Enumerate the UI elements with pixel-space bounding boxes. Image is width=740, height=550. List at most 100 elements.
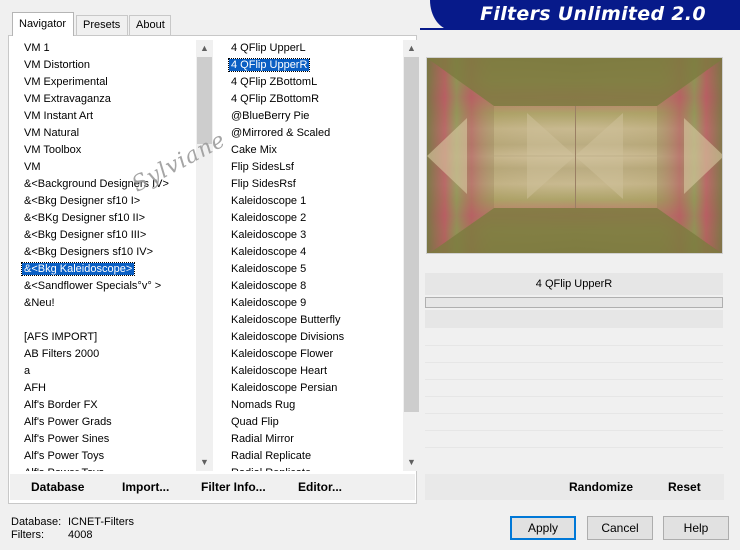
apply-button[interactable]: Apply [510, 516, 576, 540]
list-item[interactable]: @Mirrored & Scaled [227, 125, 403, 142]
list-item-label: a [24, 365, 31, 377]
tab-presets-label: Presets [83, 19, 121, 31]
list-item[interactable]: 4 QFlip ZBottomL [227, 74, 403, 91]
list-item-label: VM Distortion [24, 59, 91, 71]
scroll-down-icon[interactable]: ▼ [403, 454, 420, 471]
list-item[interactable]: [AFS IMPORT] [19, 329, 196, 346]
scroll-thumb[interactable] [404, 57, 419, 412]
tab-navigator[interactable]: Navigator [12, 12, 74, 36]
list-item[interactable]: VM Experimental [19, 74, 196, 91]
help-button[interactable]: Help [663, 516, 729, 540]
list-item[interactable]: 4 QFlip UpperL [227, 40, 403, 57]
list-item-label: AFH [24, 382, 46, 394]
list-item[interactable]: VM Instant Art [19, 108, 196, 125]
filter-info-button[interactable]: Filter Info... [201, 480, 266, 494]
database-button[interactable]: Database [31, 480, 84, 494]
list-item-label: Kaleidoscope 8 [231, 280, 307, 292]
list-item-label: VM [24, 161, 41, 173]
list-item-label: Kaleidoscope 3 [231, 229, 307, 241]
scroll-down-icon[interactable]: ▼ [196, 454, 213, 471]
editor-button[interactable]: Editor... [298, 480, 342, 494]
list-item-label: Kaleidoscope 5 [231, 263, 307, 275]
randomize-button[interactable]: Randomize [569, 480, 633, 494]
list-item[interactable]: Kaleidoscope Flower [227, 346, 403, 363]
list-item-label: VM Extravaganza [24, 93, 111, 105]
list-item-label: Kaleidoscope 9 [231, 297, 307, 309]
list-item[interactable]: Kaleidoscope 4 [227, 244, 403, 261]
list-item[interactable]: Alf's Power Toys [19, 465, 196, 471]
list-item-label: VM Toolbox [24, 144, 82, 156]
list-item[interactable]: 4 QFlip UpperR [227, 57, 403, 74]
list-item[interactable]: Alf's Border FX [19, 397, 196, 414]
list-item[interactable]: &Neu! [19, 295, 196, 312]
list-item[interactable]: AB Filters 2000 [19, 346, 196, 363]
import-button[interactable]: Import... [122, 480, 169, 494]
list-item[interactable]: @BlueBerry Pie [227, 108, 403, 125]
list-item[interactable]: Cake Mix [227, 142, 403, 159]
list-item[interactable]: Kaleidoscope Heart [227, 363, 403, 380]
filter-scrollbar[interactable]: ▲ ▼ [403, 40, 420, 471]
list-item[interactable]: Alf's Power Sines [19, 431, 196, 448]
list-item[interactable]: Kaleidoscope 2 [227, 210, 403, 227]
list-item-label: VM Natural [24, 127, 80, 139]
list-item[interactable]: &<Bkg Kaleidoscope> [19, 261, 196, 278]
selected-filter-name: 4 QFlip UpperR [425, 273, 723, 295]
list-item[interactable]: VM Extravaganza [19, 91, 196, 108]
list-item[interactable]: Radial Replicate [227, 448, 403, 465]
list-item[interactable]: Alf's Power Toys [19, 448, 196, 465]
list-item[interactable]: Nomads Rug [227, 397, 403, 414]
list-item[interactable]: Radial Replicate [227, 465, 403, 471]
control-slot [425, 430, 723, 431]
list-item[interactable]: Kaleidoscope 1 [227, 193, 403, 210]
list-item[interactable]: a [19, 363, 196, 380]
filter-list[interactable]: 4 QFlip UpperL 4 QFlip UpperR 4 QFlip ZBot… [227, 40, 403, 471]
list-item[interactable]: Radial Mirror [227, 431, 403, 448]
reset-button[interactable]: Reset [668, 480, 701, 494]
list-item[interactable]: &<Bkg Designer sf10 I> [19, 193, 196, 210]
database-status-value: ICNET-Filters [68, 516, 134, 528]
list-item[interactable]: Kaleidoscope Divisions [227, 329, 403, 346]
list-item[interactable]: VM Natural [19, 125, 196, 142]
list-item[interactable]: &<Bkg Designers sf10 IV> [19, 244, 196, 261]
list-item-label: Alf's Power Sines [24, 433, 110, 445]
list-item-label: &<Bkg Designer sf10 I> [24, 195, 141, 207]
list-item-label: @Mirrored & Scaled [231, 127, 331, 139]
category-scrollbar[interactable]: ▲ ▼ [196, 40, 213, 471]
list-item[interactable]: &<BKg Designer sf10 II> [19, 210, 196, 227]
category-list[interactable]: VM 1 VM Distortion VM Experimental VM Extra… [19, 40, 196, 471]
scroll-up-icon[interactable]: ▲ [196, 40, 213, 57]
list-item[interactable]: VM 1 [19, 40, 196, 57]
list-item-label: VM Experimental [24, 76, 108, 88]
list-item-label: VM 1 [24, 42, 50, 54]
list-item[interactable]: Kaleidoscope 3 [227, 227, 403, 244]
tab-navigator-label: Navigator [19, 18, 67, 30]
list-item[interactable]: &<Bkg Designer sf10 III> [19, 227, 196, 244]
list-item[interactable]: Quad Flip [227, 414, 403, 431]
filters-count-value: 4008 [68, 529, 93, 541]
tab-presets[interactable]: Presets [76, 15, 128, 35]
banner-underline [420, 28, 740, 30]
list-item[interactable]: 4 QFlip ZBottomR [227, 91, 403, 108]
app-title-banner: Filters Unlimited 2.0 [430, 0, 740, 30]
list-item-label: Kaleidoscope Divisions [231, 331, 345, 343]
list-item-label: Alf's Border FX [24, 399, 98, 411]
scroll-up-icon[interactable]: ▲ [403, 40, 420, 57]
list-item-label: Kaleidoscope Flower [231, 348, 334, 360]
list-item[interactable] [19, 312, 196, 329]
list-item[interactable]: VM Distortion [19, 57, 196, 74]
list-item[interactable]: Kaleidoscope Butterfly [227, 312, 403, 329]
list-item[interactable]: Kaleidoscope Persian [227, 380, 403, 397]
tab-about[interactable]: About [129, 15, 171, 35]
list-item[interactable]: Kaleidoscope 8 [227, 278, 403, 295]
list-item-label: &<BKg Designer sf10 II> [24, 212, 146, 224]
list-item[interactable]: Kaleidoscope 9 [227, 295, 403, 312]
list-item[interactable]: Alf's Power Grads [19, 414, 196, 431]
list-item[interactable]: Kaleidoscope 5 [227, 261, 403, 278]
tab-about-label: About [136, 19, 165, 31]
list-item[interactable]: AFH [19, 380, 196, 397]
list-item[interactable]: Flip SidesLsf [227, 159, 403, 176]
cancel-button[interactable]: Cancel [587, 516, 653, 540]
list-item[interactable]: &<Sandflower Specials°v° > [19, 278, 196, 295]
list-item[interactable]: Flip SidesRsf [227, 176, 403, 193]
list-item-label: Radial Mirror [231, 433, 294, 445]
